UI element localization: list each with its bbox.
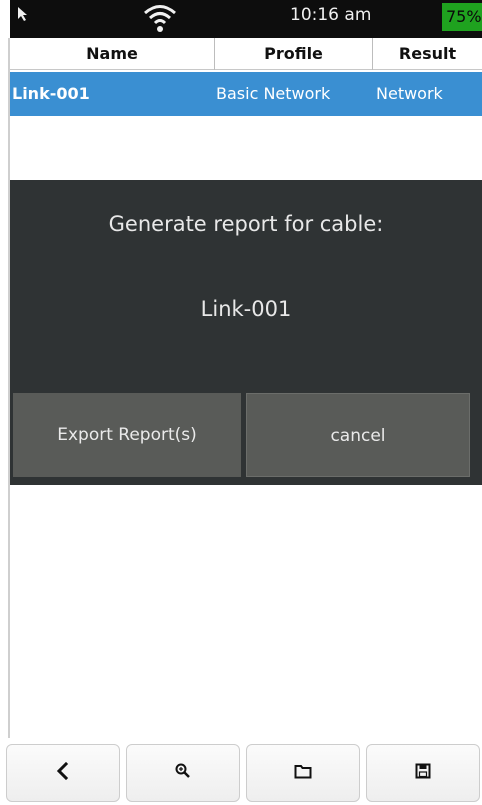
wifi-icon (142, 2, 178, 38)
app-screen: 10:16 am 75% Name Profile Result Link-00… (0, 0, 482, 805)
cell-result: Network (376, 84, 443, 103)
dialog-cable-name: Link-001 (200, 297, 292, 321)
report-dialog: Generate report for cable: Link-001 Expo… (10, 180, 482, 485)
column-header-name[interactable]: Name (10, 38, 214, 70)
cell-name: Link-001 (12, 84, 90, 103)
dialog-title: Generate report for cable: (108, 212, 384, 236)
folder-icon (294, 764, 312, 783)
cursor-icon (16, 6, 30, 26)
column-header-result[interactable]: Result (372, 38, 482, 70)
cell-profile: Basic Network (216, 84, 331, 103)
table-header: Name Profile Result (10, 38, 482, 70)
back-button[interactable] (6, 744, 120, 802)
zoom-button[interactable] (126, 744, 240, 802)
clock: 10:16 am (290, 5, 372, 25)
zoom-icon (175, 763, 191, 783)
save-icon (415, 763, 431, 783)
cancel-button[interactable]: cancel (246, 393, 470, 477)
column-header-profile[interactable]: Profile (214, 38, 372, 70)
battery-indicator: 75% (442, 3, 482, 31)
folder-button[interactable] (246, 744, 360, 802)
table-row[interactable]: Link-001 Basic Network Network (10, 72, 482, 116)
save-button[interactable] (366, 744, 480, 802)
export-reports-button[interactable]: Export Report(s) (13, 393, 241, 477)
back-icon (55, 761, 71, 784)
status-bar: 10:16 am 75% (10, 0, 482, 38)
bottom-toolbar (0, 738, 482, 805)
